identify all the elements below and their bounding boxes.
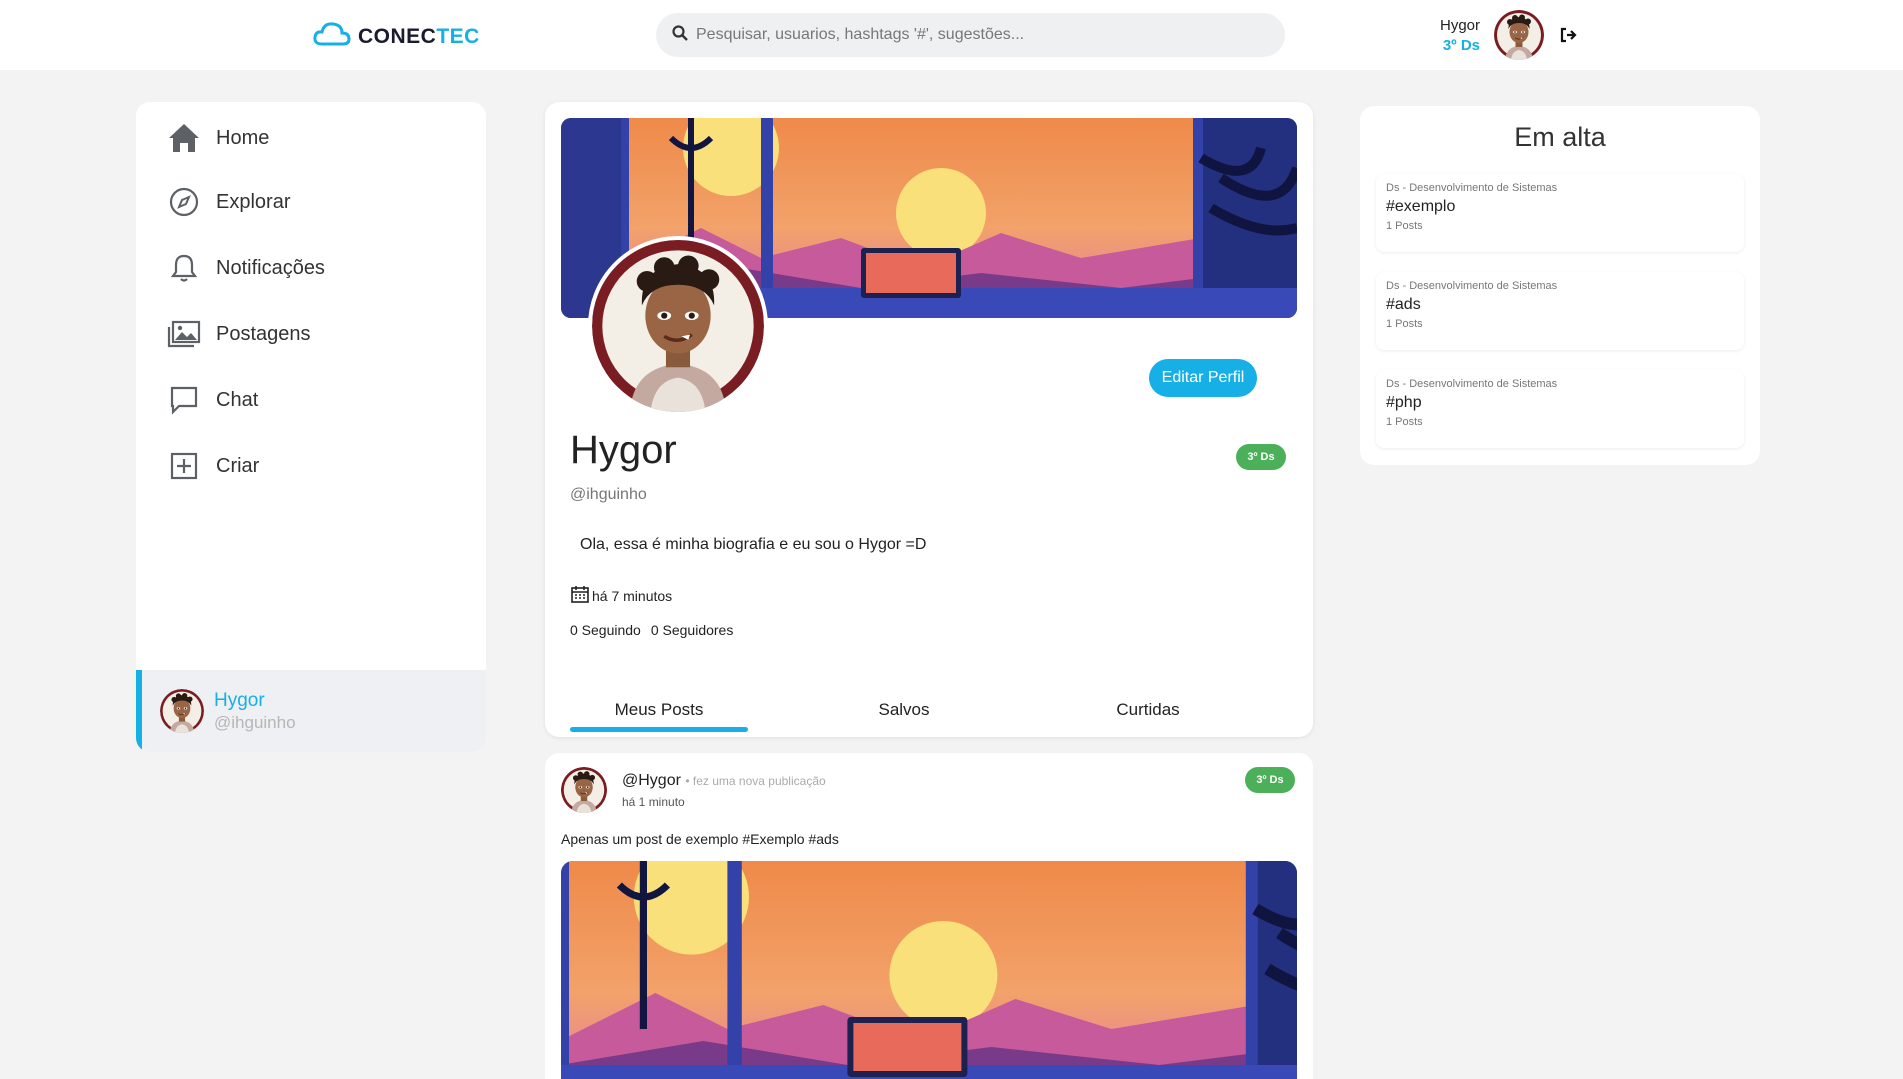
left-sidebar: Home Explorar Notificações Postagens Cha… xyxy=(136,102,486,752)
trend-category: Ds - Desenvolvimento de Sistemas xyxy=(1386,280,1558,292)
logout-icon[interactable] xyxy=(1558,25,1578,45)
tab-meus-posts[interactable]: Meus Posts xyxy=(570,688,782,732)
profile-card: Editar Perfil Hygor 3º Ds @ihguinho Ola,… xyxy=(545,102,1313,737)
sidebar-user-handle: @ihguinho xyxy=(214,712,296,732)
nav-item-home[interactable]: Home xyxy=(166,120,269,156)
trend-count: 1 Posts xyxy=(1386,220,1423,232)
post-text: Apenas um post de exemplo #Exemplo #ads xyxy=(561,831,839,847)
trending-title: Em alta xyxy=(1514,122,1606,152)
nav-item-postagens[interactable]: Postagens xyxy=(166,316,311,352)
profile-name: Hygor xyxy=(570,428,677,472)
trend-tag: #php xyxy=(1386,394,1422,411)
profile-tabs: Meus Posts Salvos Curtidas xyxy=(570,688,1270,732)
trend-tag: #ads xyxy=(1386,296,1421,313)
nav-item-chat[interactable]: Chat xyxy=(166,382,258,418)
post-image[interactable] xyxy=(561,861,1297,1079)
post-author[interactable]: @Hygor • fez uma nova publicação xyxy=(622,772,826,790)
profile-joined: há 7 minutos xyxy=(570,584,672,607)
profile-bio: Ola, essa é minha biografia e eu sou o H… xyxy=(580,536,927,553)
images-icon xyxy=(166,316,202,352)
avatar[interactable] xyxy=(1494,10,1544,60)
nav-label: Explorar xyxy=(216,190,291,213)
post-user-handle[interactable]: @Hygor xyxy=(622,772,681,789)
trend-category: Ds - Desenvolvimento de Sistemas xyxy=(1386,182,1558,194)
bell-icon xyxy=(166,250,202,286)
following-count[interactable]: 0 Seguindo xyxy=(570,622,641,638)
logo[interactable]: CONECTEC xyxy=(312,20,480,53)
avatar xyxy=(160,689,204,733)
trend-tag: #exemplo xyxy=(1386,198,1456,215)
nav-label: Chat xyxy=(216,388,259,411)
post-time: há 1 minuto xyxy=(622,795,685,809)
header-user[interactable]: Hygor 3º Ds xyxy=(1440,10,1578,60)
profile-handle: @ihguinho xyxy=(570,486,647,503)
trend-item[interactable]: Ds - Desenvolvimento de Sistemas #exempl… xyxy=(1376,174,1744,252)
follow-stats: 0 Seguindo 0 Seguidores xyxy=(570,622,733,638)
trend-item[interactable]: Ds - Desenvolvimento de Sistemas #ads 1 … xyxy=(1376,272,1744,350)
joined-text: há 7 minutos xyxy=(592,587,673,604)
class-badge: 3º Ds xyxy=(1236,444,1286,470)
search-bar[interactable] xyxy=(656,13,1285,57)
avatar[interactable] xyxy=(561,767,607,813)
class-badge: 3º Ds xyxy=(1245,767,1295,793)
nav-item-criar[interactable]: Criar xyxy=(166,448,259,484)
trend-count: 1 Posts xyxy=(1386,318,1423,330)
edit-profile-button[interactable]: Editar Perfil xyxy=(1149,359,1257,397)
header-user-class: 3º Ds xyxy=(1442,36,1481,54)
nav-item-explorar[interactable]: Explorar xyxy=(166,184,290,220)
post-card: @Hygor • fez uma nova publicação há 1 mi… xyxy=(545,753,1313,1079)
trend-item[interactable]: Ds - Desenvolvimento de Sistemas #php 1 … xyxy=(1376,370,1744,448)
top-bar: CONECTEC Hygor 3º Ds xyxy=(0,0,1903,70)
nav-label: Postagens xyxy=(216,322,311,345)
calendar-icon xyxy=(570,584,590,607)
nav-label: Home xyxy=(216,126,270,149)
profile-avatar[interactable] xyxy=(588,236,768,416)
chat-icon xyxy=(166,382,202,418)
nav-item-notificacoes[interactable]: Notificações xyxy=(166,250,325,286)
tab-salvos[interactable]: Salvos xyxy=(782,688,1026,726)
search-input[interactable] xyxy=(696,26,1256,44)
trending-panel: Em alta Ds - Desenvolvimento de Sistemas… xyxy=(1360,106,1760,465)
trend-category: Ds - Desenvolvimento de Sistemas xyxy=(1386,378,1558,390)
header-user-name: Hygor xyxy=(1440,16,1481,34)
nav-label: Notificações xyxy=(216,256,325,279)
nav-label: Criar xyxy=(216,454,260,477)
sidebar-user-name: Hygor xyxy=(214,689,265,711)
logo-text: CONECTEC xyxy=(358,24,480,48)
plus-square-icon xyxy=(166,448,202,484)
cloud-icon xyxy=(312,20,352,53)
search-icon xyxy=(672,24,688,46)
home-icon xyxy=(166,120,202,156)
trend-count: 1 Posts xyxy=(1386,416,1423,428)
compass-icon xyxy=(166,184,202,220)
post-action: • fez uma nova publicação xyxy=(685,774,826,788)
sidebar-user[interactable]: Hygor @ihguinho xyxy=(136,670,486,752)
followers-count[interactable]: 0 Seguidores xyxy=(651,622,734,638)
tab-curtidas[interactable]: Curtidas xyxy=(1026,688,1270,726)
